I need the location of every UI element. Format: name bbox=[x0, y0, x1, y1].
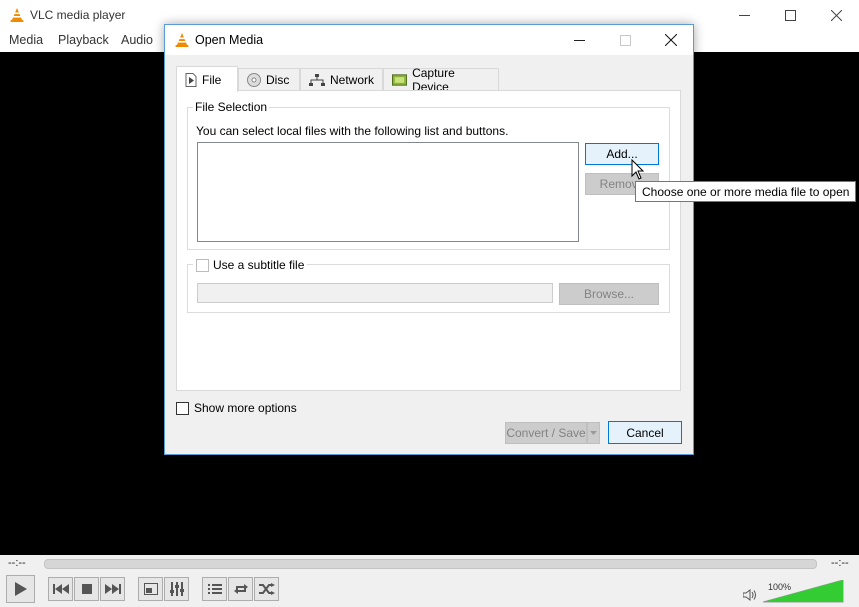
menu-audio[interactable]: Audio bbox=[121, 33, 153, 47]
close-icon bbox=[830, 9, 842, 21]
vlc-cone-icon bbox=[175, 33, 189, 47]
previous-button[interactable] bbox=[48, 577, 73, 601]
next-button[interactable] bbox=[100, 577, 125, 601]
playlist-button[interactable] bbox=[202, 577, 227, 601]
subtitle-browse-button: Browse... bbox=[559, 283, 659, 305]
convert-save-dropdown bbox=[587, 422, 600, 444]
elapsed-time: --:-- bbox=[8, 557, 26, 569]
add-file-button[interactable]: Add... bbox=[585, 143, 659, 165]
close-icon bbox=[665, 34, 677, 46]
speaker-icon[interactable] bbox=[743, 589, 757, 601]
fullscreen-button[interactable] bbox=[138, 577, 163, 601]
playlist-icon bbox=[207, 584, 222, 594]
file-list[interactable] bbox=[197, 142, 579, 242]
next-icon bbox=[104, 584, 121, 594]
maximize-icon bbox=[619, 34, 631, 46]
minimize-icon bbox=[573, 39, 585, 41]
tab-disc-label: Disc bbox=[266, 72, 290, 87]
loop-button[interactable] bbox=[228, 577, 253, 601]
tab-file-label: File bbox=[202, 72, 222, 87]
seek-slider[interactable] bbox=[44, 559, 817, 569]
dialog-title: Open Media bbox=[195, 33, 264, 47]
capture-device-icon bbox=[392, 73, 408, 86]
total-time: --:-- bbox=[831, 557, 849, 569]
dialog-close-button[interactable] bbox=[648, 25, 694, 55]
maximize-icon bbox=[784, 9, 796, 21]
subtitle-file-input bbox=[197, 283, 553, 303]
play-icon bbox=[14, 582, 27, 596]
tab-disc[interactable]: Disc bbox=[238, 68, 300, 90]
tab-file[interactable]: File bbox=[176, 66, 238, 92]
fullscreen-icon bbox=[143, 583, 158, 595]
network-icon bbox=[309, 73, 325, 86]
menu-media[interactable]: Media bbox=[9, 33, 43, 47]
open-media-dialog: Open Media File Disc Network Capture Dev… bbox=[164, 24, 694, 455]
loop-icon bbox=[233, 584, 248, 594]
subtitle-checkbox-label: Use a subtitle file bbox=[213, 258, 305, 272]
tab-network-label: Network bbox=[329, 72, 374, 87]
cancel-button[interactable]: Cancel bbox=[608, 421, 682, 444]
stop-icon bbox=[81, 584, 92, 594]
subtitle-legend: Use a subtitle file bbox=[193, 258, 308, 272]
convert-save-button: Convert / Save bbox=[505, 422, 587, 444]
file-selection-description: You can select local files with the foll… bbox=[196, 124, 509, 138]
shuffle-button[interactable] bbox=[254, 577, 279, 601]
chevron-down-icon bbox=[590, 431, 597, 435]
close-window-button[interactable] bbox=[813, 0, 859, 30]
minimize-button[interactable] bbox=[721, 0, 767, 30]
app-title: VLC media player bbox=[30, 8, 126, 22]
add-button-tooltip: Choose one or more media file to open bbox=[635, 181, 857, 202]
show-more-options[interactable]: Show more options bbox=[176, 401, 297, 415]
menu-playback[interactable]: Playback bbox=[58, 33, 109, 47]
show-more-options-label: Show more options bbox=[194, 401, 297, 415]
extended-settings-button[interactable] bbox=[164, 577, 189, 601]
file-selection-legend: File Selection bbox=[193, 100, 270, 114]
dialog-maximize-button bbox=[602, 25, 648, 55]
previous-icon bbox=[52, 584, 69, 594]
stop-button[interactable] bbox=[74, 577, 99, 601]
show-more-options-checkbox[interactable] bbox=[176, 401, 189, 415]
tab-network[interactable]: Network bbox=[300, 68, 383, 90]
shuffle-icon bbox=[258, 583, 275, 595]
controls-row bbox=[0, 573, 859, 607]
mouse-pointer-icon bbox=[631, 159, 645, 180]
play-button[interactable] bbox=[6, 575, 35, 603]
minimize-icon bbox=[738, 14, 750, 16]
subtitle-checkbox[interactable] bbox=[196, 258, 209, 272]
file-icon bbox=[185, 72, 197, 87]
volume-slider[interactable] bbox=[763, 580, 845, 604]
equalizer-icon bbox=[169, 582, 184, 596]
dialog-minimize-button[interactable] bbox=[556, 25, 602, 55]
maximize-button[interactable] bbox=[767, 0, 813, 30]
vlc-cone-icon bbox=[10, 8, 24, 22]
tab-capture-device[interactable]: Capture Device bbox=[383, 66, 499, 94]
disc-icon bbox=[247, 72, 261, 87]
